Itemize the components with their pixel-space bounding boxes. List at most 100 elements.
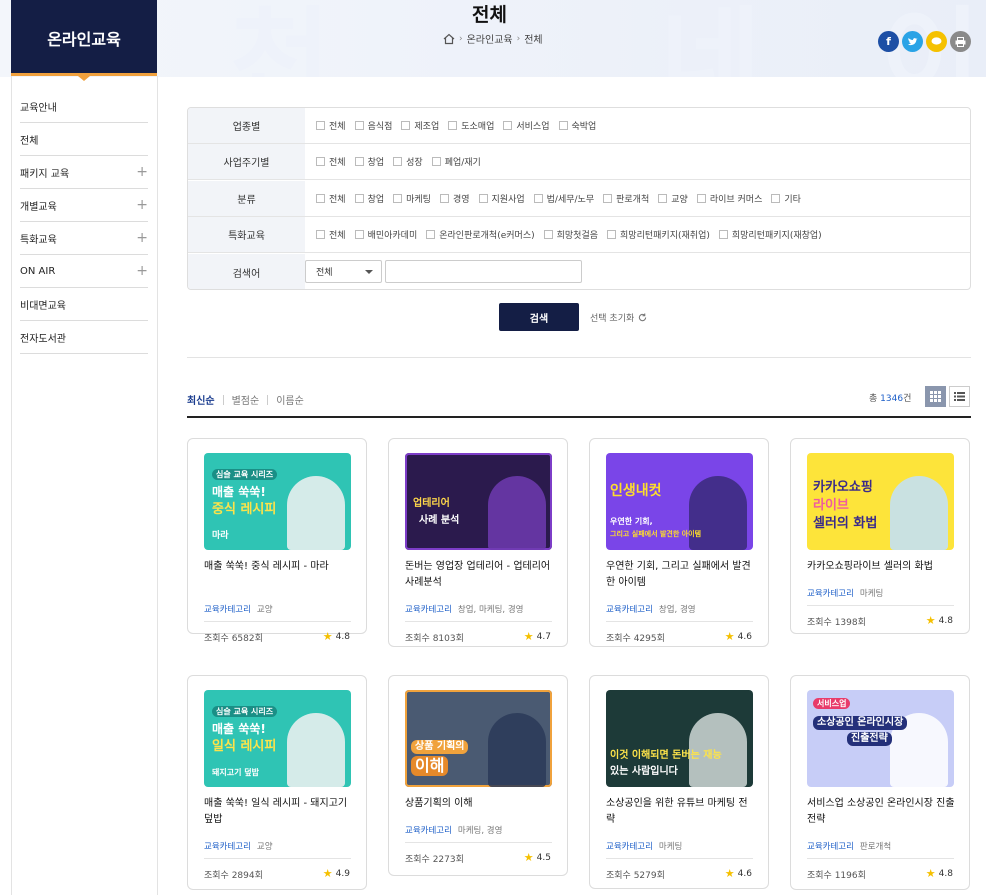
filter-checkbox[interactable]: 판로개척 <box>603 192 649 205</box>
course-card[interactable]: 서비스업 소상공인 온라인시장 진출전략 서비스업 소상공인 온라인시장 진출전략 … <box>790 675 970 890</box>
checkbox-icon[interactable] <box>354 230 364 239</box>
plus-icon[interactable]: + <box>136 197 148 213</box>
filter-checkbox[interactable]: 온라인판로개척(e커머스) <box>426 228 535 241</box>
course-title[interactable]: 서비스업 소상공인 온라인시장 진출전략 <box>807 796 957 828</box>
filter-checkbox[interactable]: 희망리턴패키지(재취업) <box>607 228 710 241</box>
filter-checkbox[interactable]: 전체 <box>316 228 346 241</box>
course-title[interactable]: 카카오쇼핑라이브 셀러의 화법 <box>807 559 957 575</box>
checkbox-icon[interactable] <box>393 194 403 203</box>
checkbox-icon[interactable] <box>607 230 617 239</box>
print-icon[interactable] <box>950 31 971 52</box>
sort-latest[interactable]: 최신순 <box>187 392 215 407</box>
filter-checkbox[interactable]: 기타 <box>771 192 801 205</box>
sidebar-item-individual[interactable]: 개별교육 + <box>20 189 148 222</box>
checkbox-icon[interactable] <box>543 230 553 239</box>
checkbox-icon[interactable] <box>431 157 441 166</box>
search-button[interactable]: 검색 <box>499 303 579 331</box>
filter-checkbox[interactable]: 지원사업 <box>478 192 525 205</box>
breadcrumb-item[interactable]: 온라인교육 <box>467 31 513 46</box>
sidebar-item-on-air[interactable]: ON AIR + <box>20 255 148 288</box>
checkbox-icon[interactable] <box>316 157 325 166</box>
course-title[interactable]: 매출 쑥쑥! 중식 레시피 - 마라 <box>204 559 354 575</box>
filter-checkbox[interactable]: 전체 <box>316 192 346 205</box>
home-icon[interactable] <box>443 33 455 45</box>
grid-view-button[interactable] <box>925 386 946 407</box>
plus-icon[interactable]: + <box>136 164 148 180</box>
checkbox-icon[interactable] <box>503 121 513 130</box>
kakaotalk-icon[interactable] <box>926 31 947 52</box>
filter-checkbox[interactable]: 성장 <box>393 155 423 168</box>
filter-checkbox[interactable]: 전체 <box>316 119 346 132</box>
filter-checkbox[interactable]: 희망첫걸음 <box>543 228 598 241</box>
filter-checkbox[interactable]: 법/세무/노무 <box>533 192 594 205</box>
keyword-input[interactable] <box>385 260 582 283</box>
course-thumbnail[interactable]: 서비스업 소상공인 온라인시장 진출전략 <box>807 690 954 787</box>
checkbox-icon[interactable] <box>354 194 364 203</box>
reset-button[interactable]: 선택 초기화 <box>590 311 647 324</box>
filter-checkbox[interactable]: 음식점 <box>354 119 392 132</box>
checkbox-icon[interactable] <box>393 157 403 166</box>
course-title[interactable]: 소상공인을 위한 유튜브 마케팅 전략 <box>606 796 756 828</box>
sidebar-item-guide[interactable]: 교육안내 <box>20 90 148 123</box>
filter-checkbox[interactable]: 서비스업 <box>503 119 550 132</box>
course-card[interactable]: 카카오쇼핑 라이브 셀러의 화법 카카오쇼핑라이브 셀러의 화법 교육카테고리 마케… <box>790 438 970 634</box>
filter-checkbox[interactable]: 배민아카데미 <box>354 228 417 241</box>
sidebar-item-all[interactable]: 전체 <box>20 123 148 156</box>
course-card[interactable]: 업테리어 사례 분석 돈버는 영업장 업테리어 - 업테리어 사례분석 교육카테고… <box>388 438 568 647</box>
checkbox-icon[interactable] <box>439 194 449 203</box>
filter-checkbox[interactable]: 제조업 <box>401 119 439 132</box>
filter-checkbox[interactable]: 도소매업 <box>448 119 494 132</box>
course-thumbnail[interactable]: 카카오쇼핑 라이브 셀러의 화법 <box>807 453 954 550</box>
checkbox-icon[interactable] <box>603 194 613 203</box>
filter-checkbox[interactable]: 희망리턴패키지(재창업) <box>718 228 822 241</box>
keyword-type-select[interactable]: 전체 <box>305 260 382 283</box>
course-thumbnail[interactable]: 심슬 교육 시리즈 매출 쑥쑥! 중식 레시피 마라 <box>204 453 351 550</box>
filter-checkbox[interactable]: 창업 <box>354 155 384 168</box>
sidebar-item-package[interactable]: 패키지 교육 + <box>20 156 148 189</box>
course-card[interactable]: 심슬 교육 시리즈 매출 쑥쑥! 일식 레시피 돼지고기 덮밥 매출 쑥쑥! 일식 레… <box>187 675 367 890</box>
course-card[interactable]: 상품 기획의 이해 상품기획의 이해 교육카테고리 마케팅, 경영 조회수 227… <box>388 675 568 876</box>
checkbox-icon[interactable] <box>533 194 543 203</box>
filter-checkbox[interactable]: 마케팅 <box>393 192 431 205</box>
checkbox-icon[interactable] <box>316 121 325 130</box>
checkbox-icon[interactable] <box>316 230 325 239</box>
twitter-icon[interactable] <box>902 31 923 52</box>
course-thumbnail[interactable]: 심슬 교육 시리즈 매출 쑥쑥! 일식 레시피 돼지고기 덮밥 <box>204 690 351 787</box>
checkbox-icon[interactable] <box>696 194 706 203</box>
course-card[interactable]: 심슬 교육 시리즈 매출 쑥쑥! 중식 레시피 마라 매출 쑥쑥! 중식 레시피 - … <box>187 438 367 644</box>
checkbox-icon[interactable] <box>718 230 728 239</box>
filter-checkbox[interactable]: 교양 <box>658 192 688 205</box>
checkbox-icon[interactable] <box>771 194 781 203</box>
plus-icon[interactable]: + <box>136 263 148 279</box>
course-thumbnail[interactable]: 이것 이해되면 돈버는 재능 있는 사람입니다 <box>606 690 753 787</box>
list-view-button[interactable] <box>949 386 970 407</box>
course-card[interactable]: 인생내컷 우연한 기회, 그리고 실패에서 발견한 아이템 우연한 기회, 그리고 … <box>589 438 769 647</box>
filter-checkbox[interactable]: 창업 <box>354 192 384 205</box>
checkbox-icon[interactable] <box>448 121 458 130</box>
sort-name[interactable]: 이름순 <box>276 392 304 407</box>
sidebar-item-untact[interactable]: 비대면교육 <box>20 288 148 321</box>
course-thumbnail[interactable]: 상품 기획의 이해 <box>405 690 552 787</box>
checkbox-icon[interactable] <box>478 194 488 203</box>
filter-checkbox[interactable]: 폐업/재기 <box>431 155 481 168</box>
plus-icon[interactable]: + <box>136 230 148 246</box>
course-card[interactable]: 이것 이해되면 돈버는 재능 있는 사람입니다 소상공인을 위한 유튜브 마케팅 … <box>589 675 769 889</box>
filter-checkbox[interactable]: 경영 <box>439 192 470 205</box>
facebook-icon[interactable]: f <box>878 31 899 52</box>
checkbox-icon[interactable] <box>316 194 325 203</box>
checkbox-icon[interactable] <box>658 194 668 203</box>
checkbox-icon[interactable] <box>401 121 411 130</box>
sidebar-item-library[interactable]: 전자도서관 <box>20 321 148 354</box>
checkbox-icon[interactable] <box>426 230 436 239</box>
course-thumbnail[interactable]: 업테리어 사례 분석 <box>405 453 552 550</box>
breadcrumb-item[interactable]: 전체 <box>524 31 542 46</box>
course-title[interactable]: 상품기획의 이해 <box>405 796 555 812</box>
checkbox-icon[interactable] <box>354 121 364 130</box>
checkbox-icon[interactable] <box>558 121 568 130</box>
filter-checkbox[interactable]: 숙박업 <box>558 119 596 132</box>
course-thumbnail[interactable]: 인생내컷 우연한 기회, 그리고 실패에서 발견한 아이템 <box>606 453 753 550</box>
course-title[interactable]: 우연한 기회, 그리고 실패에서 발견한 아이템 <box>606 559 756 591</box>
course-title[interactable]: 매출 쑥쑥! 일식 레시피 - 돼지고기 덮밥 <box>204 796 354 828</box>
filter-checkbox[interactable]: 전체 <box>316 155 346 168</box>
filter-checkbox[interactable]: 라이브 커머스 <box>696 192 762 205</box>
